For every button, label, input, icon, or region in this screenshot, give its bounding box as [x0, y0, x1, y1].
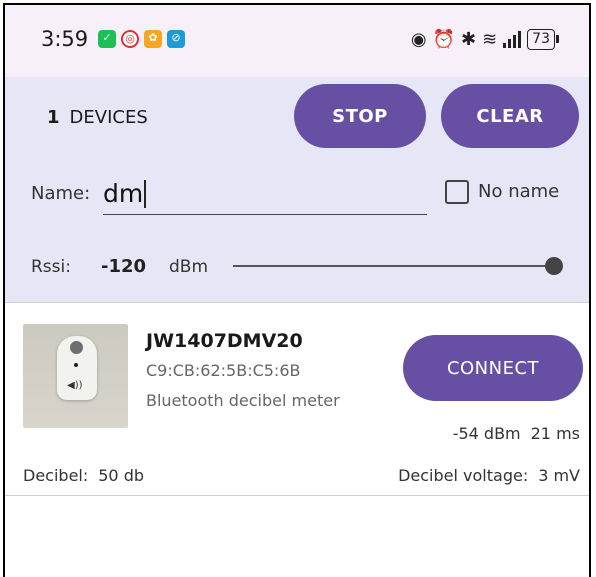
decibel-meter-picture: ◀)) [57, 336, 97, 400]
voltage-label: Decibel voltage: [398, 466, 529, 485]
signal-icon [503, 30, 522, 48]
device-description: Bluetooth decibel meter [146, 391, 340, 410]
rssi-slider-track[interactable] [233, 265, 551, 267]
no-name-checkbox[interactable] [445, 180, 469, 204]
name-filter-label: Name: [31, 183, 91, 204]
device-image: ◀)) [23, 324, 128, 428]
meituan-icon: ✿ [144, 30, 162, 48]
device-count-number: 1 [47, 107, 60, 128]
clear-button[interactable]: CLEAR [441, 84, 579, 148]
app-frame: 3:59 ✓ ◎ ✿ ⊘ ◉ ⏰ ✱ ≋ 73 1 DEVICES STOP CL… [3, 3, 591, 577]
eye-icon: ◉ [410, 28, 427, 50]
rssi-label: Rssi: [31, 257, 71, 277]
divider [5, 495, 589, 496]
system-icons: ◉ ⏰ ✱ ≋ 73 [411, 25, 559, 53]
wifi-icon: ≋ [482, 28, 498, 50]
device-interval: 21 ms [530, 424, 580, 443]
text-caret [144, 180, 147, 208]
battery-icon: 73 [527, 28, 559, 50]
bluetooth-icon: ✱ [460, 28, 477, 50]
no-name-label: No name [478, 181, 560, 202]
device-count-label: DEVICES [69, 107, 148, 128]
voltage-reading: Decibel voltage: 3 mV [398, 466, 580, 485]
rssi-value: -120 [101, 256, 147, 277]
name-filter-input[interactable]: dm [103, 169, 427, 215]
link-icon: ⊘ [167, 30, 185, 48]
divider [5, 302, 589, 303]
device-signal: -54 dBm 21 ms [453, 424, 580, 443]
device-name: JW1407DMV20 [146, 330, 303, 352]
status-time: 3:59 [41, 27, 89, 51]
status-bar: 3:59 ✓ ◎ ✿ ⊘ ◉ ⏰ ✱ ≋ 73 [5, 5, 589, 77]
app-icon: ◎ [121, 30, 139, 48]
name-filter-value: dm [103, 179, 144, 208]
alarm-icon: ⏰ [432, 28, 455, 50]
speaker-icon: ◀)) [67, 380, 83, 391]
device-rssi: -54 dBm [452, 424, 521, 443]
device-mac-address: C9:CB:62:5B:C5:6B [146, 361, 301, 380]
decibel-reading: Decibel: 50 db [23, 466, 144, 485]
rssi-slider-thumb[interactable] [545, 257, 563, 275]
rssi-unit: dBm [169, 257, 209, 277]
battery-level: 73 [527, 28, 555, 50]
decibel-label: Decibel: [23, 466, 89, 485]
scan-controls-panel: 1 DEVICES STOP CLEAR Name: dm No name Rss… [5, 77, 589, 302]
voltage-value: 3 mV [538, 466, 580, 485]
decibel-value: 50 db [98, 466, 145, 485]
connect-button[interactable]: CONNECT [403, 335, 583, 401]
wechat-icon: ✓ [98, 30, 116, 48]
stop-button[interactable]: STOP [294, 84, 426, 148]
device-count: 1 DEVICES [47, 107, 148, 128]
